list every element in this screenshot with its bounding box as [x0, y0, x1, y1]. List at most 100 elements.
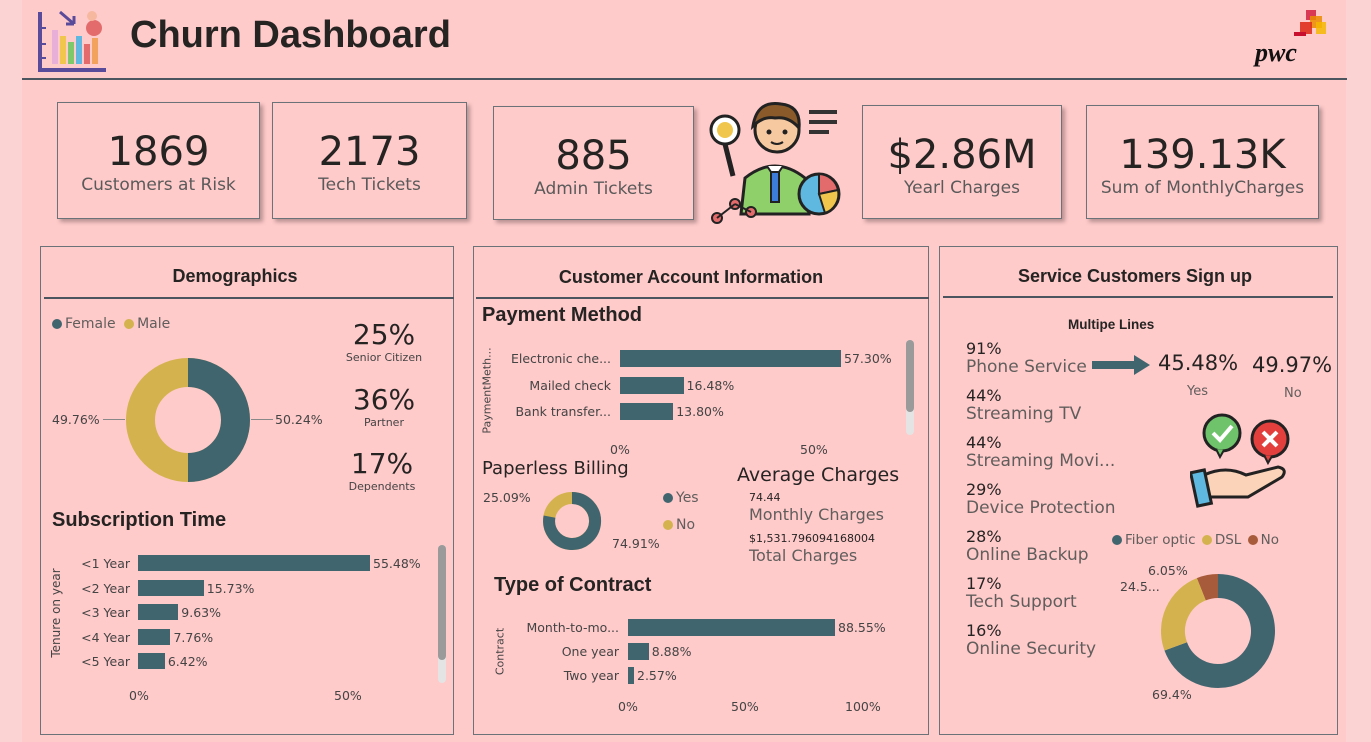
contract-title: Type of Contract: [494, 574, 652, 596]
contract-bar[interactable]: [628, 619, 835, 636]
subscription-bar[interactable]: [138, 604, 179, 620]
internet-slice-no[interactable]: [1196, 574, 1219, 601]
dashboard-logo-icon: [36, 8, 108, 74]
payment-scroll-thumb[interactable]: [906, 340, 914, 412]
subscription-bar[interactable]: [138, 653, 165, 669]
subscription-tick: 50%: [334, 688, 362, 703]
subscription-value-label: 15.73%: [206, 580, 255, 596]
pwc-logo: pwc: [1254, 8, 1330, 68]
service-pct: 29%: [966, 480, 1002, 499]
payment-value-label: 13.80%: [676, 404, 724, 419]
subscription-bar[interactable]: [138, 628, 171, 645]
internet-donut: [1161, 574, 1275, 688]
payment-bar[interactable]: [620, 350, 841, 367]
payment-value-label: 16.48%: [686, 377, 735, 393]
service-name: Streaming Movi...: [966, 451, 1116, 471]
payment-value-label: 57.30%: [844, 351, 892, 366]
legend-fiber: Fiber optic: [1125, 532, 1196, 548]
service-name: Streaming TV: [966, 404, 1082, 424]
contract-tick: 0%: [618, 699, 638, 714]
contract-value-label: 8.88%: [651, 644, 692, 659]
subscription-tick: 0%: [129, 688, 149, 703]
subscription-value-label: 55.48%: [373, 556, 421, 571]
page-title: Churn Dashboard: [130, 14, 451, 56]
service-pct: 17%: [966, 574, 1002, 593]
kpi-label: Customers at Risk: [81, 175, 236, 195]
average-charges-title: Average Charges: [737, 464, 900, 486]
internet-legend: Fiber optic DSL No: [1112, 532, 1279, 548]
yes-legend-dot: [663, 493, 673, 503]
stat-value: 17%: [350, 447, 414, 480]
paperless-yes-label: 74.91%: [612, 536, 660, 551]
service-pct: 44%: [966, 386, 1002, 405]
brand-name: pwc: [1255, 38, 1297, 67]
contract-value-label: 2.57%: [637, 668, 677, 683]
stat-dependents: 17% Dependents: [336, 447, 428, 493]
subscription-category-label: <4 Year: [81, 629, 130, 645]
legend-dsl: DSL: [1214, 532, 1242, 548]
account-title: Customer Account Information: [558, 267, 824, 287]
contract-value-label: 88.55%: [838, 620, 886, 635]
subscription-category-label: <2 Year: [81, 580, 130, 596]
service-name: Phone Service: [966, 357, 1087, 377]
subscription-scroll-thumb[interactable]: [438, 545, 446, 660]
subscription-bar[interactable]: [138, 579, 204, 596]
total-charges-label: Total Charges: [749, 546, 858, 565]
stat-label: Partner: [364, 416, 404, 429]
payment-category-label: Mailed check: [529, 377, 611, 393]
kpi-value: 1869: [107, 129, 210, 175]
stat-value: 25%: [352, 318, 416, 351]
contract-tick: 50%: [731, 699, 759, 714]
male-legend-dot: [124, 319, 135, 329]
demographics-divider: [44, 297, 454, 299]
stat-senior-citizen: 25% Senior Citizen: [338, 318, 430, 364]
subscription-value-label: 6.42%: [167, 654, 208, 669]
multiple-lines-title: Multipe Lines: [1068, 317, 1155, 332]
kpi-label: Tech Tickets: [318, 175, 421, 195]
multiple-lines-yes-label: Yes: [1187, 384, 1208, 399]
dsl-legend-dot: [1201, 535, 1212, 545]
internet-dsl-label: 24.5...: [1120, 579, 1160, 594]
gender-donut-female: [187, 358, 250, 482]
male-pct-label: 49.76%: [52, 412, 100, 427]
multiple-lines-yes-value: 45.48%: [1158, 351, 1239, 375]
legend-female: Female: [65, 316, 116, 332]
right-edge: [1346, 0, 1371, 742]
analyst-illustration-icon: [705, 94, 845, 226]
gender-leader-lines: [103, 419, 273, 420]
kpi-admin-tickets: 885 Admin Tickets: [493, 106, 694, 220]
kpi-value: 2173: [318, 129, 421, 175]
internet-fiber-label: 69.4%: [1152, 687, 1192, 702]
service-name: Online Security: [966, 639, 1097, 659]
contract-bar[interactable]: [628, 667, 634, 684]
kpi-tech-tickets: 2173 Tech Tickets: [272, 102, 467, 219]
paperless-title: Paperless Billing: [482, 458, 629, 479]
legend-male: Male: [137, 316, 171, 332]
internet-slice-dsl[interactable]: [1161, 578, 1207, 651]
total-charges-value: $1,531.796094168004: [749, 532, 875, 545]
kpi-label: Yearl Charges: [904, 178, 1020, 198]
subscription-category-label: <5 Year: [81, 654, 130, 669]
subscription-bar[interactable]: [138, 555, 370, 571]
female-pct-label: 50.24%: [275, 412, 323, 427]
female-legend-dot: [52, 319, 62, 329]
service-pct: 91%: [966, 339, 1002, 358]
service-pct: 28%: [966, 527, 1002, 546]
services-divider: [943, 296, 1333, 298]
payment-bar[interactable]: [620, 376, 684, 394]
paperless-donut: [543, 491, 602, 550]
header-divider: [22, 78, 1347, 80]
service-name: Tech Support: [966, 592, 1077, 612]
contract-tick: 100%: [845, 699, 881, 714]
gender-donut: [126, 358, 250, 482]
stat-label: Dependents: [348, 480, 416, 493]
gender-legend: Female Male: [52, 316, 170, 332]
demographics-title: Demographics: [172, 266, 298, 286]
subscription-value-label: 9.63%: [181, 605, 221, 620]
contract-bar[interactable]: [628, 643, 649, 660]
service-pct: 16%: [966, 621, 1002, 640]
account-divider: [476, 297, 929, 299]
paperless-legend-no: No: [663, 517, 695, 533]
payment-bar[interactable]: [620, 403, 674, 420]
monthly-charges-label: Monthly Charges: [749, 505, 884, 524]
